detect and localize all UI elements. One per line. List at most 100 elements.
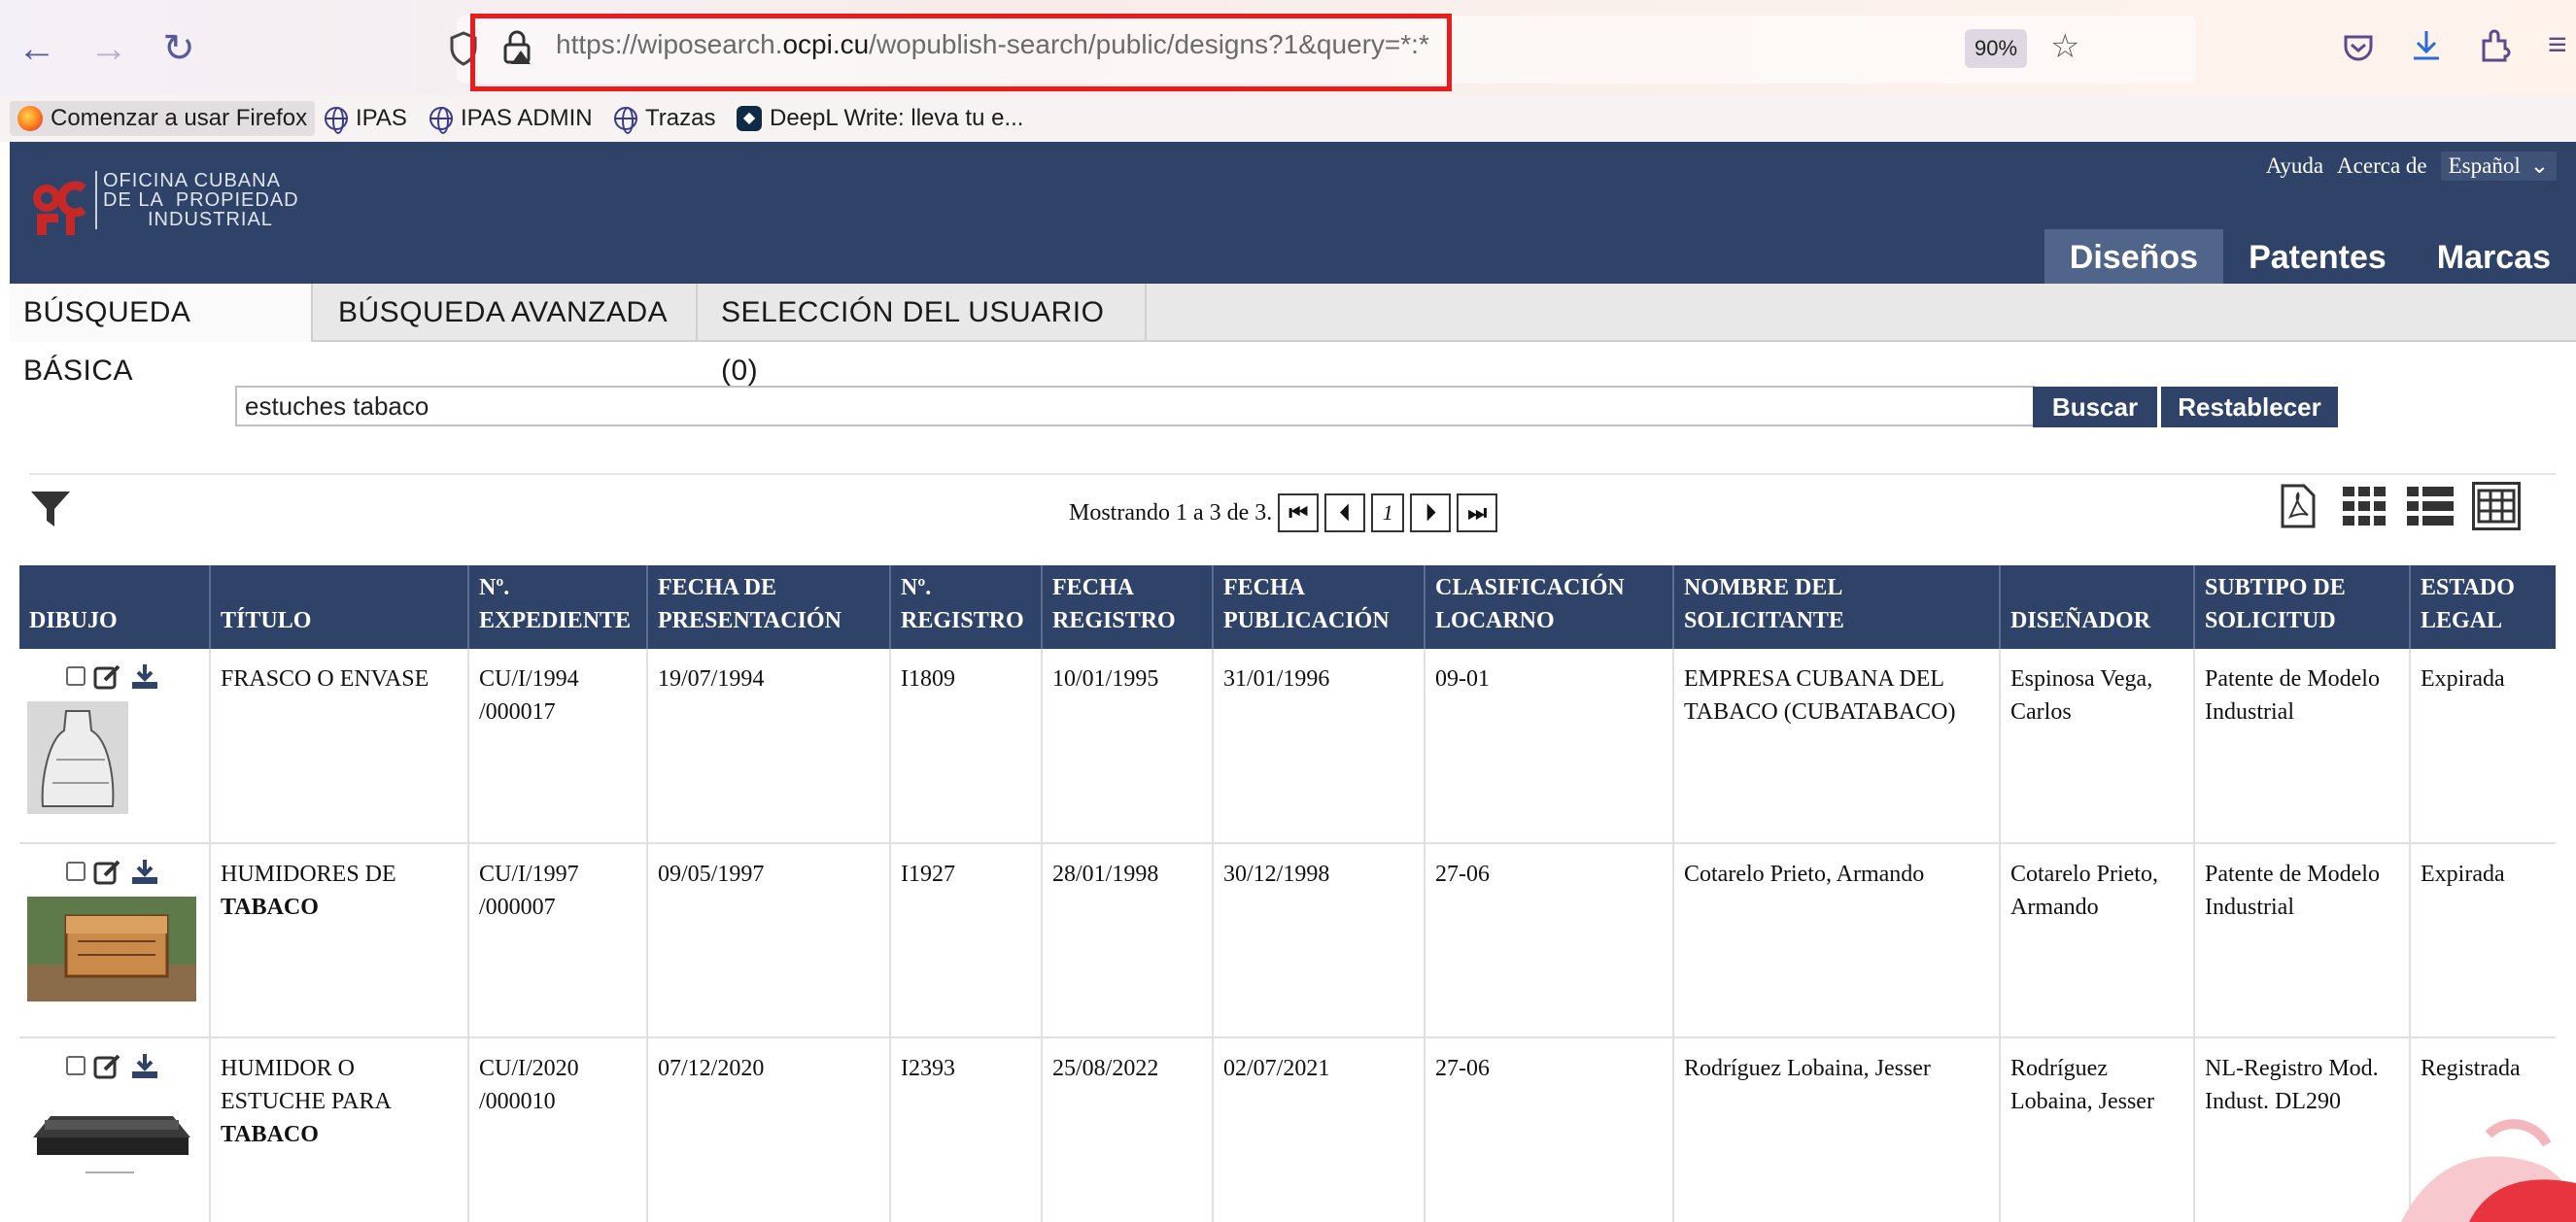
- col-estado[interactable]: ESTADO LEGAL: [2409, 565, 2556, 649]
- col-fecha-presentacion[interactable]: FECHA DE PRESENTACIÓN: [646, 565, 890, 649]
- cell-disenador: Rodríguez Lobaina, Jesser: [1999, 1037, 2194, 1222]
- cell-solicitante: EMPRESA CUBANA DEL TABACO (CUBATABACO): [1672, 649, 2000, 844]
- row-tools: [27, 1052, 199, 1079]
- table-row[interactable]: HUMIDORES DE TABACO CU/I/1997 /000007 09…: [19, 843, 2556, 1038]
- edit-icon[interactable]: [93, 1052, 122, 1079]
- cell-fecha-registro: 25/08/2022: [1041, 1037, 1213, 1222]
- search-input[interactable]: [235, 386, 2035, 426]
- cell-presentacion: 09/05/1997: [646, 843, 890, 1038]
- table-row[interactable]: HUMIDOR O ESTUCHE PARA TABACO CU/I/2020 …: [19, 1037, 2556, 1222]
- design-thumbnail[interactable]: [27, 701, 128, 814]
- row-checkbox[interactable]: [66, 666, 86, 686]
- design-thumbnail[interactable]: [27, 1091, 196, 1178]
- table-view-icon[interactable]: [2472, 482, 2521, 530]
- view-options: [2274, 482, 2521, 530]
- pocket-icon[interactable]: [2342, 31, 2375, 64]
- row-checkbox[interactable]: [66, 1056, 86, 1075]
- bookmark-ipas-admin[interactable]: IPAS ADMIN: [429, 101, 593, 136]
- cell-locarno: 27-06: [1424, 843, 1673, 1038]
- first-page-button[interactable]: ⏮: [1278, 493, 1320, 532]
- highlight-box: [470, 14, 1452, 91]
- pdf-icon[interactable]: [2274, 482, 2322, 530]
- col-expediente[interactable]: Nº. EXPEDIENTE: [467, 565, 647, 649]
- cell-expediente: CU/I/1994 /000017: [467, 649, 647, 844]
- chevron-down-icon: ⌄: [2529, 153, 2549, 178]
- main-tabs: Diseños Patentes Marcas: [2044, 229, 2576, 284]
- table-row[interactable]: FRASCO O ENVASE CU/I/1994 /000017 19/07/…: [19, 649, 2556, 844]
- zoom-level[interactable]: 90%: [1965, 29, 2028, 68]
- prev-page-button[interactable]: ⏴: [1324, 493, 1366, 532]
- results-table: DIBUJO TÍTULO Nº. EXPEDIENTE FECHA DE PR…: [19, 565, 2556, 1222]
- ocpi-logo: [33, 181, 86, 235]
- cell-registro: I1927: [889, 843, 1042, 1038]
- col-fecha-registro[interactable]: FECHA REGISTRO: [1041, 565, 1213, 649]
- bookmark-ipas[interactable]: IPAS: [325, 101, 407, 136]
- design-thumbnail[interactable]: [27, 897, 196, 1001]
- extensions-icon[interactable]: [2478, 27, 2513, 64]
- download-icon[interactable]: [130, 1052, 159, 1079]
- cell-fecha-registro: 10/01/1995: [1041, 649, 1213, 844]
- help-link[interactable]: Ayuda: [2266, 153, 2323, 179]
- col-titulo[interactable]: TÍTULO: [209, 565, 468, 649]
- star-icon[interactable]: ☆: [2050, 27, 2079, 66]
- download-icon[interactable]: [130, 662, 159, 690]
- next-page-button[interactable]: ⏵: [1410, 493, 1452, 532]
- col-dibujo[interactable]: DIBUJO: [19, 565, 210, 649]
- list-view-icon[interactable]: [2406, 482, 2455, 530]
- cell-solicitante: Cotarelo Prieto, Armando: [1672, 843, 2000, 1038]
- last-page-button[interactable]: ⏭: [1457, 493, 1498, 532]
- row-checkbox[interactable]: [66, 862, 86, 881]
- tab-patentes[interactable]: Patentes: [2223, 229, 2412, 284]
- cell-titulo: HUMIDORES DE TABACO: [209, 843, 468, 1038]
- filter-icon[interactable]: [29, 488, 72, 530]
- cell-estado: Expirada: [2409, 649, 2556, 844]
- language-select[interactable]: Español ⌄: [2440, 152, 2557, 181]
- globe-icon: [429, 107, 453, 134]
- results-count: Mostrando 1 a 3 de 3.: [1069, 499, 1273, 526]
- divider: [29, 473, 2556, 475]
- col-subtipo[interactable]: SUBTIPO DE SOLICITUD: [2193, 565, 2410, 649]
- tab-busqueda-basica[interactable]: BÚSQUEDA BÁSICA: [10, 284, 313, 387]
- col-disenador[interactable]: DISEÑADOR: [1999, 565, 2194, 649]
- bookmark-deepl[interactable]: ◆ DeepL Write: lleva tu e...: [737, 101, 1023, 136]
- edit-icon[interactable]: [93, 858, 122, 885]
- decorative-hand-icon: [2401, 1119, 2576, 1222]
- grid-view-icon[interactable]: [2340, 482, 2388, 530]
- forward-icon[interactable]: →: [84, 25, 134, 72]
- bookmark-trazas[interactable]: Trazas: [614, 101, 715, 136]
- search-tabs: BÚSQUEDA BÁSICA BÚSQUEDA AVANZADA SELECC…: [10, 284, 2576, 387]
- pagination: Mostrando 1 a 3 de 3. ⏮ ⏴ 1 ⏵ ⏭: [1069, 493, 1498, 532]
- cell-disenador: Cotarelo Prieto, Armando: [1999, 843, 2194, 1038]
- reset-button[interactable]: Restablecer: [2161, 387, 2338, 427]
- tab-seleccion-usuario[interactable]: SELECCIÓN DEL USUARIO (0): [698, 284, 1147, 387]
- menu-icon[interactable]: ≡: [2548, 25, 2567, 64]
- globe-icon: [325, 107, 348, 134]
- cell-locarno: 27-06: [1424, 1037, 1673, 1222]
- tab-marcas[interactable]: Marcas: [2412, 229, 2576, 284]
- tab-busqueda-avanzada[interactable]: BÚSQUEDA AVANZADA: [313, 284, 698, 342]
- tab-disenos[interactable]: Diseños: [2044, 229, 2224, 284]
- col-registro[interactable]: Nº. REGISTRO: [889, 565, 1042, 649]
- cell-estado: Expirada: [2409, 843, 2556, 1038]
- globe-icon: [614, 107, 637, 134]
- bookmark-firefox[interactable]: Comenzar a usar Firefox: [10, 101, 316, 136]
- cell-titulo: HUMIDOR O ESTUCHE PARA TABACO: [209, 1037, 468, 1222]
- cell-expediente: CU/I/1997 /000007: [467, 843, 647, 1038]
- download-icon[interactable]: [2410, 27, 2443, 64]
- cell-publicacion: 30/12/1998: [1212, 843, 1425, 1038]
- top-links: Ayuda Acerca de Español ⌄: [2266, 152, 2557, 181]
- cell-presentacion: 07/12/2020: [646, 1037, 890, 1222]
- table-header-row: DIBUJO TÍTULO Nº. EXPEDIENTE FECHA DE PR…: [19, 565, 2556, 649]
- col-locarno[interactable]: CLASIFICACIÓN LOCARNO: [1424, 565, 1673, 649]
- col-solicitante[interactable]: NOMBRE DEL SOLICITANTE: [1672, 565, 2000, 649]
- back-icon[interactable]: ←: [12, 25, 62, 72]
- cell-dibujo: [19, 649, 210, 844]
- current-page[interactable]: 1: [1371, 493, 1405, 532]
- edit-icon[interactable]: [93, 662, 122, 690]
- about-link[interactable]: Acerca de: [2337, 153, 2427, 179]
- download-icon[interactable]: [130, 858, 159, 885]
- col-fecha-publicacion[interactable]: FECHA PUBLICACIÓN: [1212, 565, 1425, 649]
- cell-dibujo: [19, 843, 210, 1038]
- search-button[interactable]: Buscar: [2033, 387, 2157, 427]
- reload-icon[interactable]: ↻: [154, 25, 204, 72]
